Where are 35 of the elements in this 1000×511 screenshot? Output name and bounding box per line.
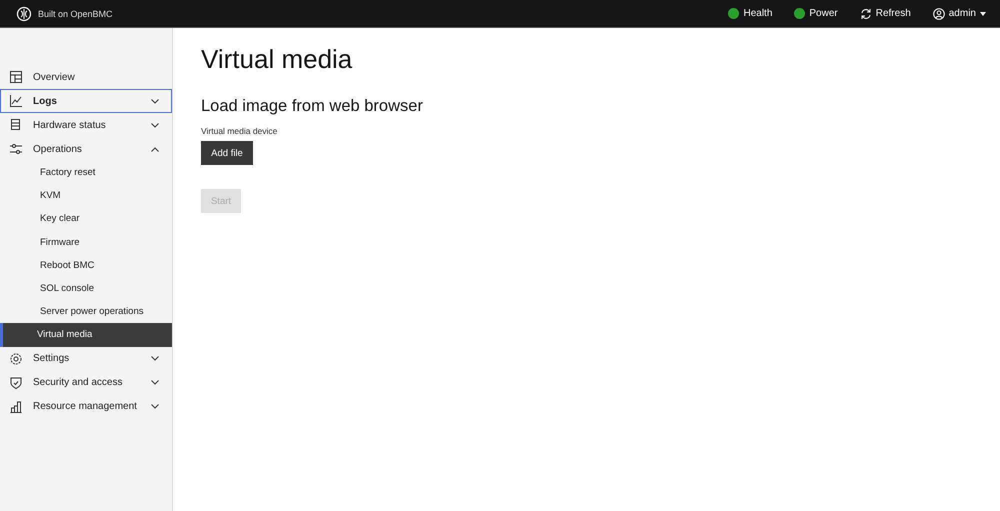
nav-item[interactable]: Overview [0, 65, 172, 89]
nav-subitem[interactable]: KVM [0, 184, 172, 208]
logs-icon [10, 95, 22, 107]
nav-subitem[interactable]: SOL console [0, 276, 172, 300]
refresh-button[interactable]: Refresh [860, 8, 911, 20]
refresh-icon [860, 8, 872, 20]
nav-item[interactable]: Hardware status [0, 113, 172, 137]
resource-icon [10, 400, 22, 412]
nav-subitem[interactable]: Reboot BMC [0, 254, 172, 277]
overview-icon [10, 71, 22, 83]
caret-icon [980, 12, 986, 16]
page-title: Virtual media [201, 44, 352, 75]
section-title: Load image from web browser [201, 97, 423, 116]
security-icon [10, 376, 22, 388]
status-button[interactable]: Health [728, 8, 772, 19]
nav-item[interactable]: Security and access [0, 370, 172, 394]
add-file-button[interactable]: Add file [201, 141, 253, 165]
logo-icon [16, 6, 32, 22]
nav-item[interactable]: Settings [0, 346, 172, 370]
nav-subitem[interactable]: Key clear [0, 207, 172, 231]
nav-subitem[interactable]: Server power operations [0, 300, 172, 324]
nav-subitem[interactable]: Virtual media [0, 323, 172, 346]
field-label: Virtual media device [201, 126, 278, 136]
brand-text: Built on OpenBMC [38, 8, 113, 18]
status-button[interactable]: Power [794, 8, 838, 19]
nav-subitem[interactable]: Firmware [0, 230, 172, 254]
nav-item[interactable]: Resource management [0, 394, 172, 418]
user-menu-button[interactable]: admin [932, 8, 986, 20]
settings-icon [10, 352, 22, 364]
operations-icon [10, 143, 22, 155]
nav-item[interactable]: Logs [0, 89, 172, 113]
user-icon [932, 8, 945, 20]
hardware-icon [10, 119, 22, 131]
nav-subitem[interactable]: Factory reset [0, 161, 172, 184]
nav-item[interactable]: Operations [0, 137, 172, 161]
